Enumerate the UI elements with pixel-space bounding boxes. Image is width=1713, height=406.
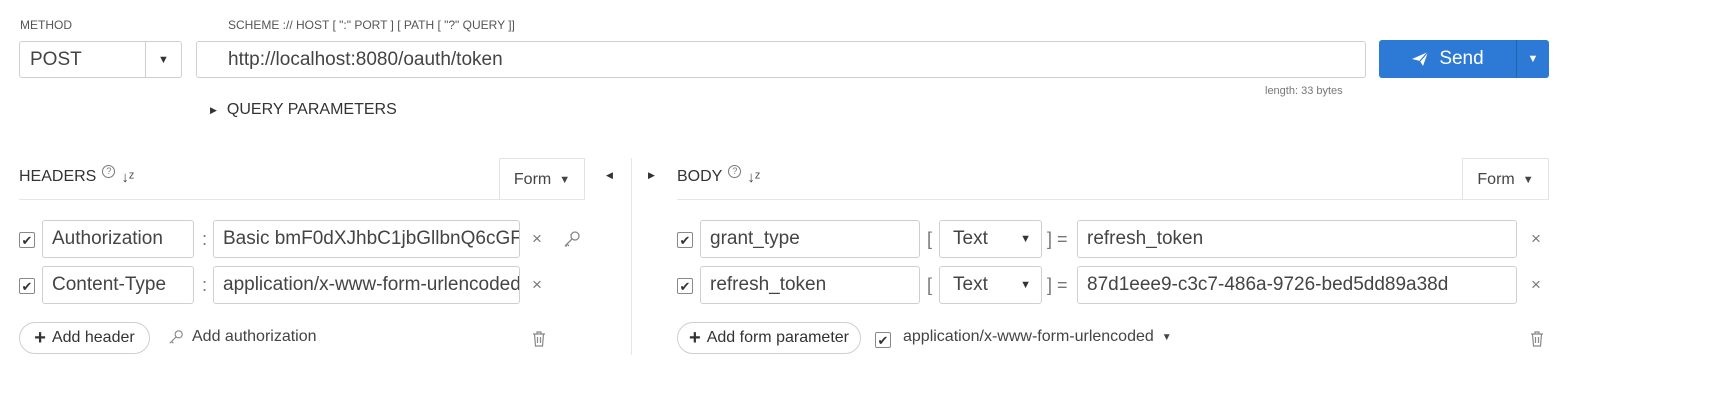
caret-down-icon: ▼ [559, 173, 571, 186]
add-authorization-link[interactable]: Add authorization [168, 328, 317, 346]
body-row-2-bracket-open: [ [927, 275, 933, 295]
body-form-label: Form [1477, 170, 1515, 188]
header-row-2-name[interactable]: Content-Type [42, 266, 194, 304]
close-icon[interactable]: × [532, 275, 542, 295]
body-row-1-bracket-equals: ] = [1047, 229, 1068, 249]
body-row-1-type-value: Text [953, 228, 988, 249]
body-title-text: BODY [677, 168, 723, 185]
content-type-dropdown[interactable]: application/x-www-form-urlencoded ▼ [903, 328, 1172, 346]
add-authorization-label: Add authorization [192, 328, 317, 345]
collapse-left-caret-icon[interactable]: ◀ [606, 170, 613, 181]
header-row-2-checkbox[interactable]: ✔ [19, 278, 35, 294]
trash-icon[interactable] [1530, 331, 1544, 347]
method-value: POST [30, 48, 82, 70]
key-icon[interactable] [563, 230, 581, 248]
collapse-right-caret-icon[interactable]: ▶ [648, 170, 655, 181]
body-row-2-value[interactable]: 87d1eee9-c3c7-486a-9726-bed5dd89a38d [1077, 266, 1517, 304]
close-icon[interactable]: × [532, 229, 542, 249]
body-row-2-type-select[interactable]: Text ▼ [939, 266, 1042, 304]
url-scheme-label: SCHEME :// HOST [ ":" PORT ] [ PATH [ "?… [228, 18, 515, 32]
add-header-button[interactable]: + Add header [19, 322, 150, 354]
headers-title: HEADERS ? ↓ᶻ [19, 164, 134, 186]
content-type-label: application/x-www-form-urlencoded [903, 328, 1154, 345]
header-row-1-checkbox[interactable]: ✔ [19, 232, 35, 248]
headers-form-label: Form [513, 170, 552, 188]
send-options-caret-down-icon[interactable]: ▼ [1516, 40, 1549, 78]
send-label: Send [1439, 48, 1484, 69]
header-row-1-value[interactable]: Basic bmF0dXJhbC1jbGllbnQ6cGF [213, 220, 520, 258]
method-caret-down-icon[interactable]: ▼ [145, 42, 181, 77]
content-type-checkbox[interactable]: ✔ [875, 332, 891, 348]
caret-down-icon: ▼ [1020, 233, 1031, 245]
body-row-2-type-value: Text [953, 274, 988, 295]
body-row-2-name[interactable]: refresh_token [700, 266, 920, 304]
header-row-1-name[interactable]: Authorization [42, 220, 194, 258]
body-row-1-bracket-open: [ [927, 229, 933, 249]
send-button-group: Send ▼ [1379, 40, 1549, 78]
url-input[interactable]: http://localhost:8080/oauth/token [196, 41, 1366, 78]
body-row-1-value[interactable]: refresh_token [1077, 220, 1517, 258]
key-icon [169, 330, 183, 344]
add-header-label: Add header [51, 329, 135, 346]
panel-divider [631, 158, 632, 355]
plus-icon: + [689, 327, 701, 349]
caret-right-icon: ▶ [210, 104, 217, 115]
header-row-2-value[interactable]: application/x-www-form-urlencoded [213, 266, 520, 304]
close-icon[interactable]: × [1531, 275, 1541, 295]
help-icon[interactable]: ? [728, 164, 742, 178]
caret-down-icon: ▼ [1020, 279, 1031, 291]
help-icon[interactable]: ? [102, 164, 116, 178]
add-form-parameter-label: Add form parameter [706, 329, 849, 346]
header-row-2-colon: : [202, 275, 208, 295]
query-parameters-toggle[interactable]: ▶ QUERY PARAMETERS [210, 101, 397, 119]
body-divider [677, 199, 1549, 200]
body-row-2-checkbox[interactable]: ✔ [677, 278, 693, 294]
headers-form-dropdown[interactable]: Form ▼ [499, 158, 585, 200]
paper-plane-icon [1412, 51, 1429, 66]
caret-down-icon: ▼ [1522, 173, 1534, 186]
body-row-1-checkbox[interactable]: ✔ [677, 232, 693, 248]
sort-icon[interactable]: ↓ᶻ [121, 169, 134, 186]
body-form-dropdown[interactable]: Form ▼ [1462, 158, 1549, 200]
body-row-2-bracket-equals: ] = [1047, 275, 1068, 295]
trash-icon[interactable] [532, 331, 546, 347]
body-title: BODY ? ↓ᶻ [677, 164, 760, 186]
query-parameters-label: QUERY PARAMETERS [226, 101, 397, 118]
sort-icon[interactable]: ↓ᶻ [747, 169, 760, 186]
header-row-1-colon: : [202, 229, 208, 249]
send-button[interactable]: Send [1379, 40, 1516, 78]
headers-divider [19, 199, 585, 200]
caret-down-icon: ▼ [1161, 331, 1172, 343]
close-icon[interactable]: × [1531, 229, 1541, 249]
method-label: METHOD [20, 18, 72, 32]
length-text: length: 33 bytes [1265, 85, 1343, 97]
method-select[interactable]: POST ▼ [19, 41, 182, 78]
headers-title-text: HEADERS [19, 168, 97, 185]
body-row-1-name[interactable]: grant_type [700, 220, 920, 258]
add-form-parameter-button[interactable]: + Add form parameter [677, 322, 861, 354]
plus-icon: + [34, 327, 46, 349]
body-row-1-type-select[interactable]: Text ▼ [939, 220, 1042, 258]
